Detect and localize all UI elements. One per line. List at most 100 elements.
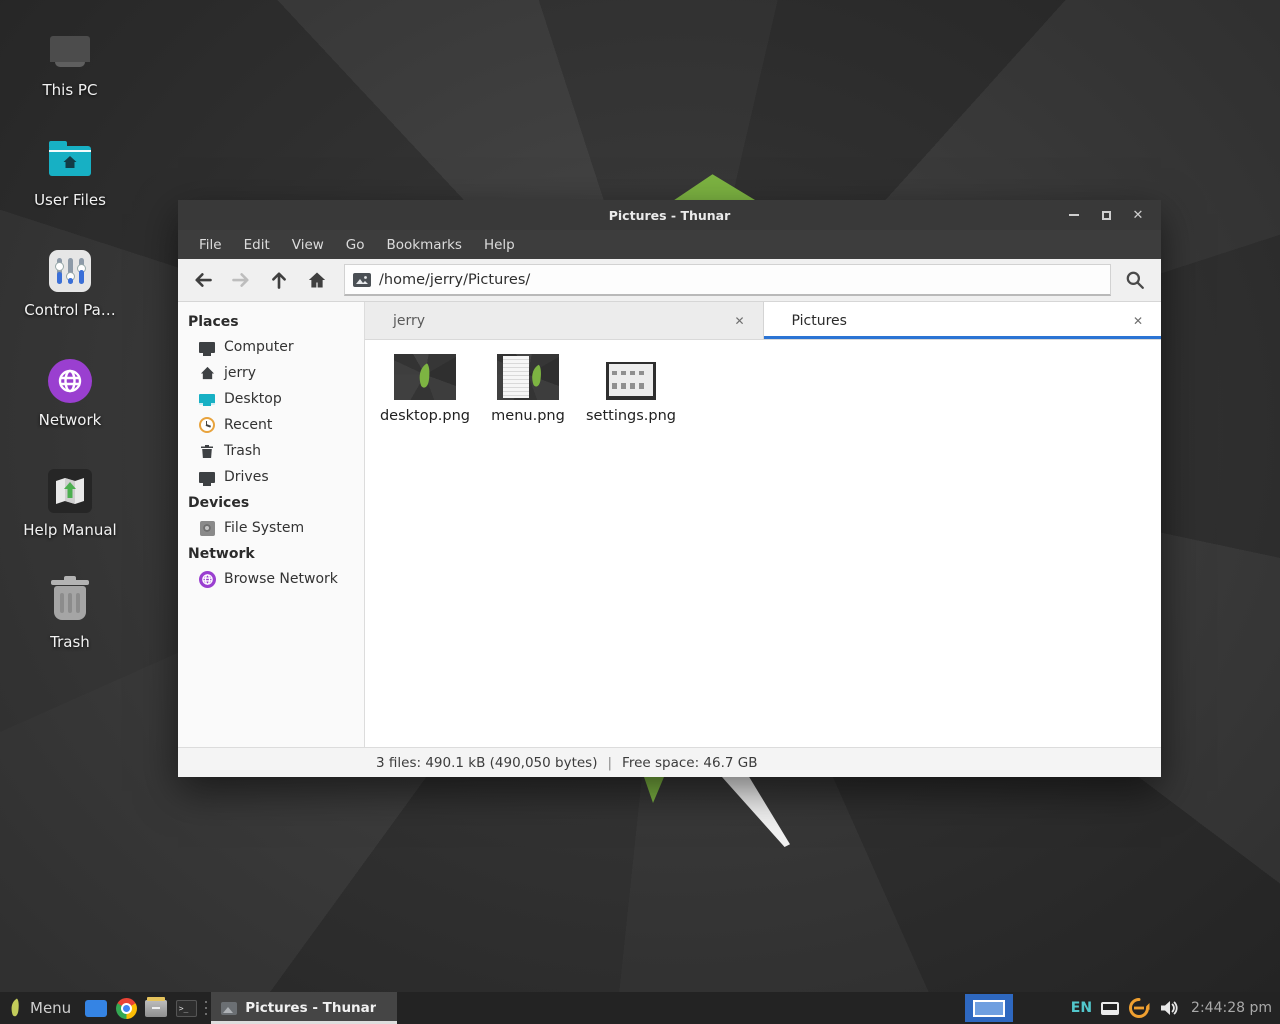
drives-icon [198, 468, 216, 486]
task-button-label: Pictures - Thunar [245, 1000, 376, 1016]
desktop-icon-label: This PC [18, 81, 122, 99]
user-files-folder-icon [18, 138, 122, 184]
home-icon [198, 364, 216, 382]
desktop-icon [85, 1000, 107, 1017]
sidebar-item-browse-network[interactable]: Browse Network [178, 566, 364, 592]
file-name: desktop.png [375, 408, 475, 424]
tab-bar: jerry ✕ Pictures ✕ [365, 302, 1161, 340]
mint-logo-icon [8, 997, 23, 1019]
browser-launcher[interactable] [111, 992, 141, 1024]
sidebar-item-recent[interactable]: Recent [178, 412, 364, 438]
sidebar-item-desktop[interactable]: Desktop [178, 386, 364, 412]
files-summary: 3 files: 490.1 kB (490,050 bytes) [376, 755, 597, 771]
file-name: menu.png [478, 408, 578, 424]
sidebar-item-drives[interactable]: Drives [178, 464, 364, 490]
pc-icon [18, 28, 122, 74]
file-desktop-png[interactable]: desktop.png [375, 348, 475, 424]
clock[interactable]: 2:44:28 pm [1191, 1000, 1272, 1016]
desktop-icon-help-manual[interactable]: Help Manual [18, 468, 122, 539]
sidebar-item-trash[interactable]: Trash [178, 438, 364, 464]
terminal-icon: >_ [176, 1000, 197, 1017]
workspace-switcher[interactable] [965, 994, 1013, 1022]
desktop-icon-label: Help Manual [18, 521, 122, 539]
file-manager-icon [145, 1000, 167, 1017]
menu-help[interactable]: Help [473, 232, 526, 258]
desktop-icon-control-panel[interactable]: Control Pa… [18, 248, 122, 319]
image-thumbnail [394, 354, 456, 400]
menu-go[interactable]: Go [335, 232, 376, 258]
menu-label: Menu [30, 999, 71, 1017]
path-bar[interactable]: /home/jerry/Pictures/ [344, 264, 1111, 296]
status-bar: 3 files: 490.1 kB (490,050 bytes) | Free… [178, 747, 1161, 777]
menu-edit[interactable]: Edit [233, 232, 281, 258]
file-settings-png[interactable]: settings.png [581, 348, 681, 424]
back-button[interactable] [186, 264, 220, 296]
browse-network-globe-icon [198, 570, 216, 588]
path-text: /home/jerry/Pictures/ [379, 272, 530, 288]
main-pane: jerry ✕ Pictures ✕ desktop.png [365, 302, 1161, 747]
help-manual-icon [18, 468, 122, 514]
menubar: File Edit View Go Bookmarks Help [178, 230, 1161, 259]
desktop-icon [198, 390, 216, 408]
titlebar[interactable]: Pictures - Thunar ✕ [178, 200, 1161, 230]
show-desktop-button[interactable] [81, 992, 111, 1024]
home-button[interactable] [300, 264, 334, 296]
start-menu-button[interactable]: Menu [0, 992, 81, 1024]
menu-bookmarks[interactable]: Bookmarks [376, 232, 473, 258]
tab-pictures[interactable]: Pictures ✕ [764, 302, 1162, 339]
volume-icon[interactable] [1159, 999, 1179, 1017]
image-thumbnail [497, 354, 559, 400]
desktop-icon-this-pc[interactable]: This PC [18, 28, 122, 99]
terminal-launcher[interactable]: >_ [171, 992, 201, 1024]
sidebar-item-home[interactable]: jerry [178, 360, 364, 386]
tab-close-icon[interactable]: ✕ [1129, 312, 1147, 330]
file-menu-png[interactable]: menu.png [478, 348, 578, 424]
image-window-icon [221, 1002, 237, 1015]
free-space: Free space: 46.7 GB [622, 755, 757, 771]
toolbar: /home/jerry/Pictures/ [178, 259, 1161, 302]
file-view[interactable]: desktop.png menu.png settings.png [365, 340, 1161, 747]
sidebar-header-network: Network [178, 541, 364, 566]
search-button[interactable] [1115, 264, 1155, 296]
image-thumbnail [606, 362, 656, 400]
menu-view[interactable]: View [281, 232, 335, 258]
chrome-icon [116, 998, 137, 1019]
computer-icon [198, 338, 216, 356]
keyboard-layout-indicator[interactable]: EN [1071, 1000, 1092, 1016]
status-separator: | [607, 755, 612, 771]
sidebar-item-computer[interactable]: Computer [178, 334, 364, 360]
task-button-thunar[interactable]: Pictures - Thunar [211, 992, 397, 1024]
workspace-1[interactable] [973, 1000, 1005, 1017]
trash-icon [198, 442, 216, 460]
update-manager-icon[interactable] [1128, 997, 1150, 1019]
window-title: Pictures - Thunar [178, 208, 1161, 223]
tasklist-handle [201, 992, 211, 1024]
file-manager-launcher[interactable] [141, 992, 171, 1024]
control-panel-icon [18, 248, 122, 294]
desktop-icon-label: User Files [18, 191, 122, 209]
tab-close-icon[interactable]: ✕ [730, 312, 748, 330]
trash-icon [18, 580, 122, 626]
recent-clock-icon [198, 416, 216, 434]
desktop-icon-label: Trash [18, 633, 122, 651]
desktop: This PC User Files Control Pa… Network H… [0, 0, 1280, 1024]
display-icon[interactable] [1101, 1002, 1119, 1015]
desktop-icon-trash[interactable]: Trash [18, 580, 122, 651]
thunar-window: Pictures - Thunar ✕ File Edit View Go Bo… [178, 200, 1161, 777]
tab-jerry[interactable]: jerry ✕ [365, 302, 764, 339]
desktop-icon-network[interactable]: Network [18, 358, 122, 429]
taskbar: Menu >_ Pictures - Thunar EN 2:4 [0, 992, 1280, 1024]
sidebar-item-file-system[interactable]: File System [178, 515, 364, 541]
close-button[interactable]: ✕ [1129, 206, 1147, 224]
up-button[interactable] [262, 264, 296, 296]
menu-file[interactable]: File [188, 232, 233, 258]
forward-button[interactable] [224, 264, 258, 296]
file-name: settings.png [581, 408, 681, 424]
maximize-button[interactable] [1097, 206, 1115, 224]
desktop-icon-user-files[interactable]: User Files [18, 138, 122, 209]
sidebar-header-places: Places [178, 309, 364, 334]
minimize-button[interactable] [1065, 206, 1083, 224]
desktop-icon-label: Control Pa… [18, 301, 122, 319]
network-globe-icon [18, 358, 122, 404]
sidebar-header-devices: Devices [178, 490, 364, 515]
